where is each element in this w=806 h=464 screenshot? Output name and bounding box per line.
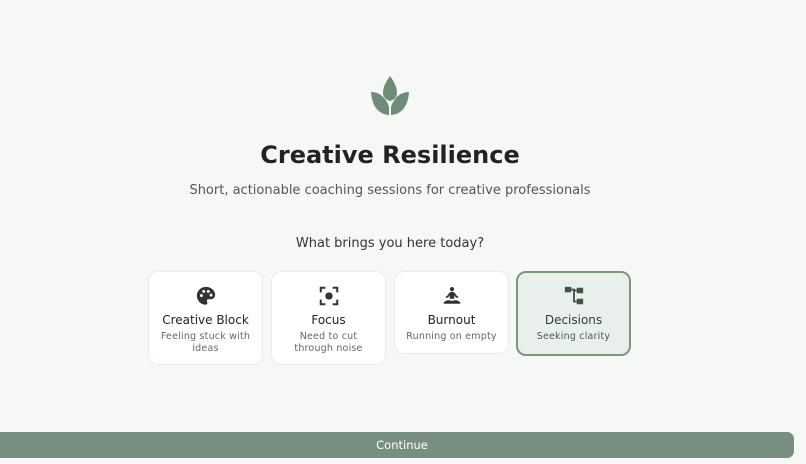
option-description: Seeking clarity: [536, 331, 611, 342]
meditation-icon: [443, 287, 460, 304]
focus-target-icon: [319, 286, 338, 306]
app-title: Creative Resilience: [260, 141, 520, 169]
option-description: Running on empty: [406, 331, 497, 342]
continue-button[interactable]: Continue: [0, 432, 794, 458]
app-subtitle: Short, actionable coaching sessions for …: [189, 183, 591, 198]
option-card-decisions[interactable]: Decisions Seeking clarity: [516, 271, 631, 356]
option-label: Focus: [311, 313, 346, 327]
option-description: Feeling stuck with ideas: [160, 331, 251, 354]
option-card-burnout[interactable]: Burnout Running on empty: [394, 271, 509, 354]
option-label: Creative Block: [162, 313, 249, 327]
palette-icon: [196, 286, 215, 305]
option-label: Burnout: [427, 313, 476, 327]
decision-tree-icon: [564, 286, 583, 305]
onboarding-screen: Creative Resilience Short, actionable co…: [0, 0, 806, 464]
onboarding-question: What brings you here today?: [295, 236, 485, 251]
continue-button-label: Continue: [376, 438, 428, 452]
option-label: Decisions: [544, 313, 603, 327]
option-description: Need to cut through noise: [294, 331, 363, 354]
option-card-focus[interactable]: Focus Need to cut through noise: [271, 271, 386, 365]
option-card-creative-block[interactable]: Creative Block Feeling stuck with ideas: [148, 271, 263, 365]
lotus-icon: [371, 76, 409, 115]
